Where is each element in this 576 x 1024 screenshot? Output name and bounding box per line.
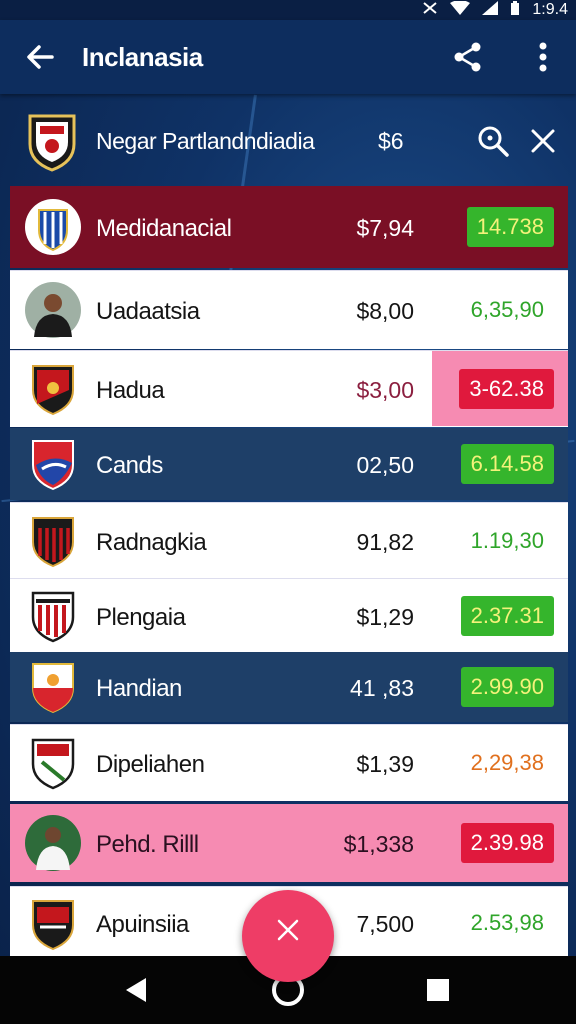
league-crest-icon — [26, 110, 78, 172]
change-value: 2,29,38 — [470, 750, 544, 775]
club-name: Handian — [96, 675, 182, 702]
wifi-icon — [450, 0, 471, 19]
more-vert-icon — [539, 42, 547, 72]
list-item[interactable]: Dipeliahen $1,39 2,29,38 — [10, 724, 568, 801]
close-icon — [531, 129, 555, 153]
club-crest-icon — [24, 895, 82, 953]
club-crest-icon — [24, 658, 82, 716]
club-name: Plengaia — [96, 604, 186, 631]
club-name: Dipeliahen — [96, 751, 205, 778]
back-arrow-icon — [27, 45, 54, 69]
club-price: $8,00 — [356, 298, 414, 324]
list-item[interactable]: Medidanacial $7,94 14.738 — [10, 186, 568, 268]
change-value: 1.19,30 — [470, 528, 544, 553]
club-name: Pehd. Rilll — [96, 831, 199, 858]
club-name: Cands — [96, 452, 163, 479]
share-icon — [454, 42, 481, 72]
club-name: Radnagkia — [96, 529, 207, 556]
change-value: 2.53,98 — [470, 910, 544, 935]
page-title: Inclanasia — [82, 42, 203, 72]
app-bar: Inclanasia — [0, 20, 576, 94]
battery-icon — [510, 1, 520, 19]
nav-recents-icon — [427, 979, 449, 1001]
status-time: 1:9.4 — [532, 1, 568, 18]
list-item[interactable]: Radnagkia 91,82 1.19,30 — [10, 502, 568, 579]
more-options-button[interactable] — [528, 39, 558, 75]
back-button[interactable] — [22, 39, 58, 75]
search-button[interactable] — [476, 124, 510, 158]
change-badge: 14.738 — [466, 207, 554, 247]
nav-back-button[interactable] — [122, 974, 152, 1006]
club-crest-icon — [24, 587, 82, 645]
list-item[interactable]: Plengaia $1,29 2.37.31 — [10, 578, 568, 653]
search-icon — [478, 126, 509, 157]
change-badge: 2.37.31 — [460, 596, 554, 636]
club-price: 41 ,83 — [350, 675, 414, 701]
player-avatar — [24, 814, 82, 872]
player-avatar — [24, 281, 82, 339]
club-price: 02,50 — [356, 452, 414, 478]
league-header: Negar Partlandndiadia $6 — [10, 104, 566, 180]
change-badge: 2.99.90 — [460, 667, 554, 707]
club-price: $1,29 — [356, 604, 414, 630]
close-icon — [277, 919, 299, 941]
nav-back-icon — [126, 978, 146, 1002]
club-name: Medidanacial — [96, 215, 232, 242]
change-badge: 3-62.38 — [459, 369, 554, 409]
signal-icon — [482, 1, 499, 19]
list-item[interactable]: Pehd. Rilll $1,338 2.39.98 — [10, 804, 568, 882]
list-item[interactable]: Cands 02,50 6.14.58 — [10, 428, 568, 500]
change-badge: 6.14.58 — [460, 444, 554, 484]
club-name: Hadua — [96, 377, 165, 404]
list-item[interactable]: Handian 41 ,83 2.99.90 — [10, 652, 568, 722]
club-price: 7,500 — [356, 911, 414, 937]
club-price: 91,82 — [356, 529, 414, 555]
club-crest-icon — [24, 360, 82, 418]
club-price: $1,338 — [343, 831, 414, 857]
nav-recents-button[interactable] — [424, 976, 452, 1004]
notification-icon — [422, 1, 438, 19]
share-button[interactable] — [450, 39, 486, 75]
club-crest-icon — [24, 734, 82, 792]
league-title: Negar Partlandndiadia — [96, 128, 315, 154]
list-item[interactable]: Hadua $3,00 3-62.38 — [10, 350, 568, 427]
list-item[interactable]: Uadaatsia $8,00 6,35,90 — [10, 270, 568, 349]
club-price: $3,00 — [356, 377, 414, 403]
club-crest-icon — [24, 435, 82, 493]
club-crest-icon — [24, 198, 82, 256]
status-bar: 1:9.4 — [0, 0, 576, 20]
change-value: 6,35,90 — [470, 297, 544, 322]
club-price: $7,94 — [356, 215, 414, 241]
club-crest-icon — [24, 512, 82, 570]
league-price: $6 — [378, 128, 404, 154]
change-badge: 2.39.98 — [460, 823, 554, 863]
club-name: Apuinsiia — [96, 911, 189, 938]
close-fab-button[interactable] — [242, 890, 334, 982]
close-search-button[interactable] — [528, 126, 558, 156]
club-name: Uadaatsia — [96, 298, 200, 325]
club-price: $1,39 — [356, 751, 414, 777]
